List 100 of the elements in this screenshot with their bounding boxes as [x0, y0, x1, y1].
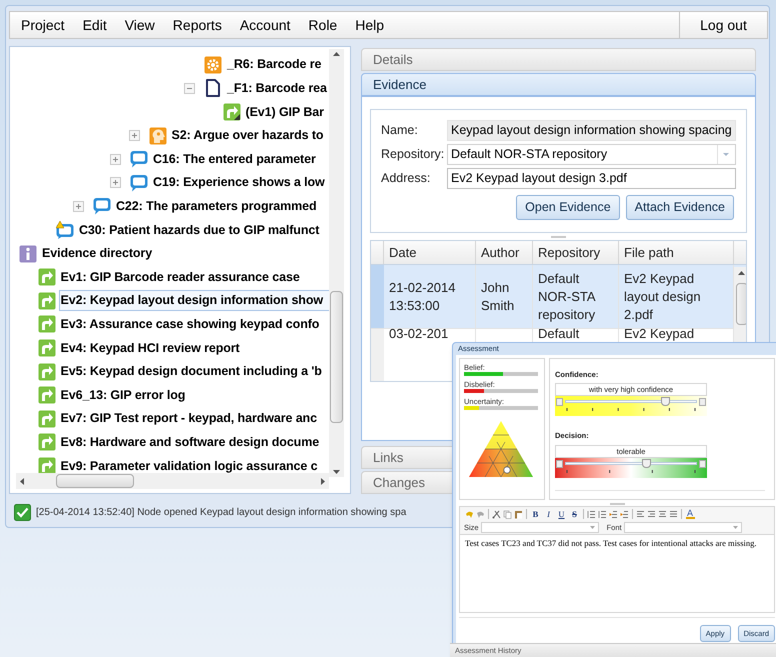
align-left-icon[interactable]	[636, 510, 645, 518]
outdent-icon[interactable]	[609, 510, 618, 518]
tree-item[interactable]: C22: The parameters programmed	[114, 196, 319, 217]
tree-item[interactable]: Ev8: Hardware and software design docume	[58, 432, 322, 453]
column-header[interactable]: Repository	[533, 241, 619, 264]
slider-track[interactable]	[555, 396, 707, 416]
speech-bubble-icon	[130, 150, 148, 168]
format-button[interactable]: I	[543, 509, 554, 519]
tree-item[interactable]: Evidence directory	[40, 243, 154, 264]
triangle-chart-drawing	[468, 420, 534, 478]
tree-item[interactable]: _R6: Barcode re	[225, 54, 324, 76]
menu-item[interactable]: View	[124, 14, 155, 36]
tree-item[interactable]: _F1: Barcode rea	[225, 78, 329, 99]
slider-thumb[interactable]	[642, 458, 652, 468]
evidence-button[interactable]: Attach Evidence	[626, 195, 734, 220]
speech-bubble-icon	[93, 197, 111, 216]
expand-icon[interactable]	[128, 130, 140, 142]
menu-item[interactable]: Account	[240, 14, 290, 36]
scroll-right-icon[interactable]	[321, 478, 325, 484]
field-label: Repository:	[381, 146, 446, 164]
evidence-button[interactable]: Open Evidence	[516, 195, 620, 220]
column-header[interactable]: File path	[619, 241, 734, 264]
slider-left-icon[interactable]	[556, 460, 563, 468]
copy-icon[interactable]	[503, 510, 512, 518]
scroll-down-icon[interactable]	[333, 470, 340, 474]
speech-bubble-icon	[130, 174, 148, 192]
scrollbar-thumb[interactable]	[330, 291, 343, 423]
slider-track[interactable]	[555, 458, 707, 478]
indent-icon[interactable]	[620, 510, 629, 518]
scroll-up-icon[interactable]	[333, 52, 340, 56]
evidence-icon	[38, 338, 56, 357]
slider-thumb[interactable]	[660, 397, 670, 406]
splitter-handle[interactable]	[551, 236, 566, 238]
evidence-icon	[38, 433, 56, 452]
tree-item[interactable]: Ev5: Keypad design document including a 'b	[58, 361, 324, 382]
slider-right-icon[interactable]	[699, 398, 706, 406]
slider-left-icon[interactable]	[556, 398, 563, 406]
tree-item[interactable]: (Ev1) GIP Bar	[244, 102, 326, 122]
logout-button[interactable]: Log out	[679, 12, 767, 38]
status-message: [25-04-2014 13:52:40] Node opened Keypad layout design information showing spa	[36, 506, 406, 520]
menu-item[interactable]: Role	[308, 14, 338, 36]
paste-icon[interactable]	[514, 510, 523, 518]
tree-item[interactable]: Ev4: Keypad HCI review report	[58, 338, 242, 358]
scroll-left-icon[interactable]	[20, 478, 24, 484]
collapse-icon[interactable]	[184, 82, 195, 94]
scrollbar-thumb[interactable]	[736, 283, 746, 325]
tree-item[interactable]: Ev1: GIP Barcode reader assurance case	[58, 266, 302, 288]
format-button[interactable]: S	[569, 509, 580, 519]
scrollbar-thumb[interactable]	[56, 474, 134, 488]
section-header[interactable]: Evidence	[361, 73, 756, 96]
tree-item[interactable]: S2: Argue over hazards to	[170, 125, 326, 146]
repository-dropdown[interactable]: Default NOR-STA repository	[447, 144, 736, 165]
dropdown-arrow-icon[interactable]	[732, 526, 738, 529]
dropdown-arrow-icon[interactable]	[590, 526, 595, 529]
check-icon	[14, 504, 31, 520]
menu-item[interactable]: Reports	[172, 14, 222, 36]
name-field[interactable]: Keypad layout design information showing spacing	[447, 120, 736, 141]
horizontal-scrollbar[interactable]	[16, 473, 329, 489]
menu-item[interactable]: Help	[355, 14, 384, 36]
tree-item[interactable]: Ev7: GIP Test report - keypad, hardware anc	[58, 408, 319, 430]
text-editor[interactable]: Test cases TC23 and TC37 did not pass. Test cases for intentional attacks are missing.	[460, 534, 774, 612]
tree-item[interactable]: Ev2: Keypad layout design information show	[58, 290, 330, 312]
tree-item[interactable]: Ev6_13: GIP error log	[58, 384, 188, 406]
address-field[interactable]: Ev2 Keypad layout design 3.pdf	[447, 168, 736, 189]
table-cell-text: 21-02-2014 13:53:00	[389, 278, 456, 314]
align-center-icon[interactable]	[658, 510, 667, 518]
vertical-scrollbar[interactable]	[329, 49, 344, 477]
numbered-list-icon[interactable]	[587, 510, 596, 518]
bulleted-list-icon[interactable]	[598, 510, 607, 518]
document-icon	[204, 79, 222, 98]
evidence-icon	[38, 315, 56, 334]
menu-item[interactable]: Edit	[82, 14, 107, 36]
evidence-link-icon	[222, 102, 240, 121]
tree-item[interactable]: Ev9: Parameter validation logic assurance c	[58, 456, 320, 476]
slider-right-icon[interactable]	[699, 460, 706, 468]
expand-icon[interactable]	[110, 177, 121, 188]
gear-icon	[204, 56, 222, 74]
format-button[interactable]: B	[530, 509, 541, 519]
scroll-up-icon[interactable]	[738, 271, 745, 275]
text-color-button[interactable]: A	[685, 509, 695, 519]
justify-icon[interactable]	[669, 510, 678, 518]
evidence-icon	[38, 456, 56, 475]
cut-icon[interactable]	[492, 510, 501, 518]
section-header[interactable]: Details	[361, 48, 756, 71]
table-cell-text: Ev2 Keypad layout design 2.pdf	[624, 270, 702, 324]
column-header[interactable]: Date	[384, 241, 476, 264]
expand-icon[interactable]	[73, 200, 84, 212]
align-right-icon[interactable]	[647, 510, 656, 518]
tree-item[interactable]: Ev3: Assurance case showing keypad confo	[58, 314, 322, 335]
tree-item[interactable]: C16: The entered parameter	[151, 148, 318, 170]
table-row[interactable]: 21-02-2014 13:53:00 John Smith Default NOR-STA repository Ev2 Keypad layout design 2.pdf	[371, 265, 746, 329]
tree-item[interactable]: C30: Patient hazards due to GIP malfunct	[77, 220, 322, 240]
splitter-handle[interactable]	[610, 503, 624, 505]
menu-item[interactable]: Project	[21, 14, 65, 36]
expand-icon[interactable]	[110, 154, 121, 165]
column-header[interactable]: Author	[476, 241, 533, 264]
format-button[interactable]: U	[556, 509, 567, 519]
tree-item[interactable]: C19: Experience shows a low	[151, 172, 327, 194]
evidence-icon	[38, 268, 56, 286]
assessment-text: Test cases TC23 and TC37 did not pass. Test cases for intentional attacks are missing.	[465, 538, 758, 549]
